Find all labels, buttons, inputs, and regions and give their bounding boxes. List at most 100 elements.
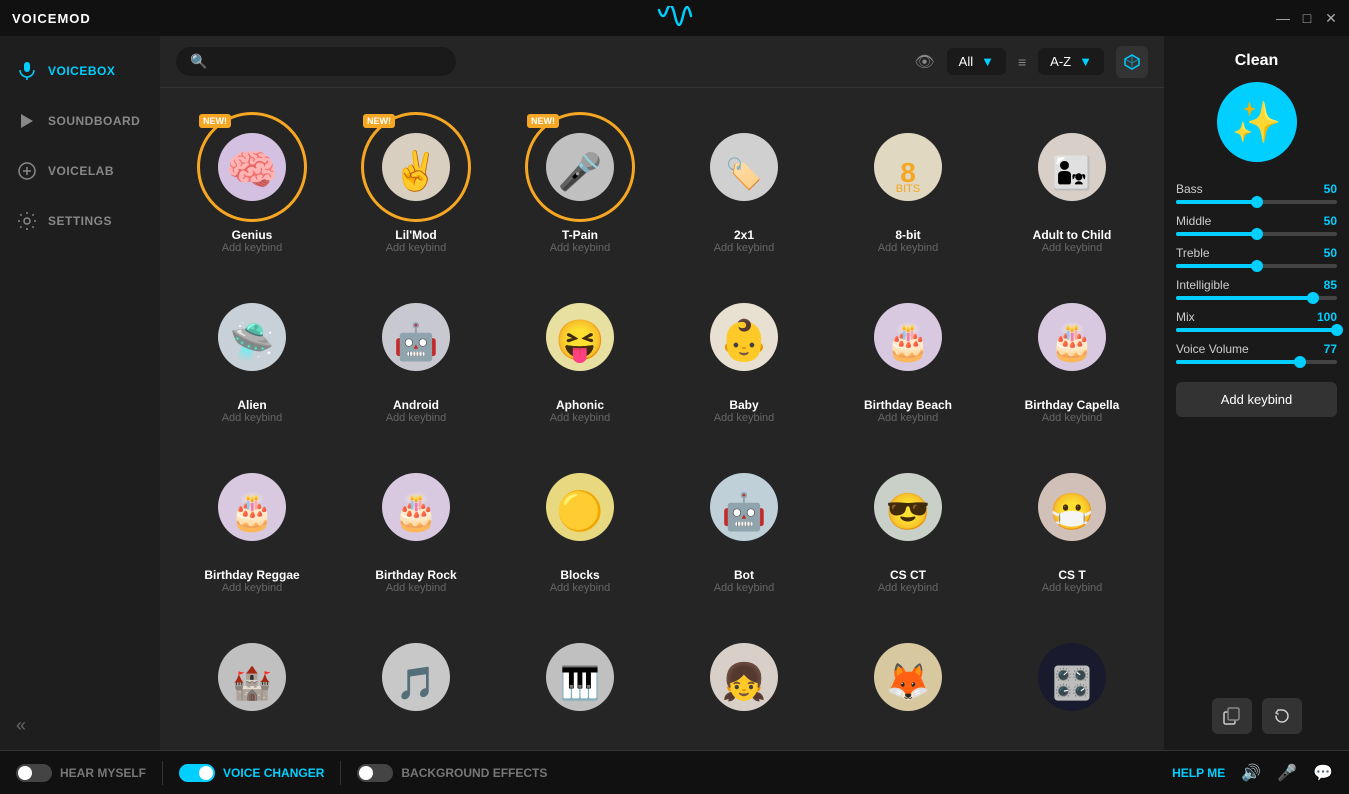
voice-card-v23[interactable]: 🦊 — [832, 614, 984, 746]
visibility-toggle-icon[interactable]: 👁 — [914, 52, 934, 72]
slider-thumb-treble[interactable] — [1251, 260, 1263, 272]
voice-keybind[interactable]: Add keybind — [386, 242, 447, 254]
hear-myself-toggle[interactable]: HEAR MYSELF — [16, 764, 146, 782]
voice-keybind[interactable]: Add keybind — [714, 582, 775, 594]
voice-card-csct[interactable]: 😎 CS CT Add keybind — [832, 444, 984, 602]
slider-mix[interactable]: Mix 100 — [1176, 310, 1337, 332]
slider-intelligible[interactable]: Intelligible 85 — [1176, 278, 1337, 300]
voice-keybind[interactable]: Add keybind — [222, 412, 283, 424]
voice-card-tpain[interactable]: NEW! 🎤 T-Pain Add keybind — [504, 104, 656, 262]
voice-card-android[interactable]: 🤖 Android Add keybind — [340, 274, 492, 432]
sidebar-item-settings[interactable]: SETTINGS — [0, 196, 160, 246]
reset-button[interactable] — [1262, 698, 1302, 734]
slider-thumb-mix[interactable] — [1331, 324, 1343, 336]
voice-keybind[interactable]: Add keybind — [550, 242, 611, 254]
3d-view-button[interactable] — [1116, 46, 1148, 78]
search-input[interactable] — [215, 54, 442, 69]
panel-bottom-buttons — [1212, 698, 1302, 734]
voice-card-v20[interactable]: 🎵 — [340, 614, 492, 746]
voice-keybind[interactable]: Add keybind — [878, 412, 939, 424]
voice-card-aphonic[interactable]: 😝 Aphonic Add keybind — [504, 274, 656, 432]
slider-label-voicevolume: Voice Volume — [1176, 342, 1249, 356]
slider-thumb-voicevolume[interactable] — [1294, 356, 1306, 368]
slider-track-voicevolume[interactable] — [1176, 360, 1337, 364]
panel-title: Clean — [1235, 52, 1279, 70]
filter-dropdown[interactable]: All ▼ — [947, 48, 1006, 75]
slider-thumb-intelligible[interactable] — [1307, 292, 1319, 304]
hear-myself-track[interactable] — [16, 764, 52, 782]
close-button[interactable]: ✕ — [1325, 12, 1337, 24]
voice-card-birthdaybeach[interactable]: 🎂 Birthday Beach Add keybind — [832, 274, 984, 432]
copy-button[interactable] — [1212, 698, 1252, 734]
voice-name: Blocks — [560, 568, 599, 582]
voice-card-lilmod[interactable]: NEW! ✌️ Lil'Mod Add keybind — [340, 104, 492, 262]
svg-text:🤖: 🤖 — [394, 321, 439, 362]
voice-card-cst[interactable]: 😷 CS T Add keybind — [996, 444, 1148, 602]
voice-card-v22[interactable]: 👧 — [668, 614, 820, 746]
voice-card-birthdaycapella[interactable]: 🎂 Birthday Capella Add keybind — [996, 274, 1148, 432]
sidebar-collapse-button[interactable]: « — [0, 701, 160, 750]
voice-keybind[interactable]: Add keybind — [878, 582, 939, 594]
voicelab-label: VOICELAB — [48, 164, 114, 178]
maximize-button[interactable]: □ — [1301, 12, 1313, 24]
voice-keybind[interactable]: Add keybind — [222, 242, 283, 254]
voice-card-v24[interactable]: 🎛️ — [996, 614, 1148, 746]
voice-card-v21[interactable]: 🎹 — [504, 614, 656, 746]
voice-keybind[interactable]: Add keybind — [386, 582, 447, 594]
voice-keybind[interactable]: Add keybind — [550, 582, 611, 594]
voice-changer-toggle[interactable]: VOICE CHANGER — [179, 764, 324, 782]
voice-keybind[interactable]: Add keybind — [714, 412, 775, 424]
voice-card-8bit[interactable]: 8BITS 8-bit Add keybind — [832, 104, 984, 262]
voice-keybind[interactable]: Add keybind — [1042, 582, 1103, 594]
voice-card-birthdayrock[interactable]: 🎂 Birthday Rock Add keybind — [340, 444, 492, 602]
voice-card-adulttochild[interactable]: 👨‍👧 Adult to Child Add keybind — [996, 104, 1148, 262]
voice-card-alien[interactable]: 🛸 Alien Add keybind — [176, 274, 328, 432]
help-button[interactable]: HELP ME — [1172, 766, 1225, 780]
search-box[interactable]: 🔍 — [176, 47, 456, 76]
add-keybind-button[interactable]: Add keybind — [1176, 382, 1337, 417]
bottom-bar: HEAR MYSELF VOICE CHANGER BACKGROUND EFF… — [0, 750, 1349, 794]
voice-card-genius[interactable]: NEW! 🧠 Genius Add keybind — [176, 104, 328, 262]
voice-keybind[interactable]: Add keybind — [878, 242, 939, 254]
voice-keybind[interactable]: Add keybind — [386, 412, 447, 424]
voice-keybind[interactable]: Add keybind — [1042, 242, 1103, 254]
voice-card-2x1[interactable]: 🏷️ 2x1 Add keybind — [668, 104, 820, 262]
voice-card-blocks[interactable]: 🟡 Blocks Add keybind — [504, 444, 656, 602]
voice-keybind[interactable]: Add keybind — [222, 582, 283, 594]
slider-track-middle[interactable] — [1176, 232, 1337, 236]
voicebox-label: VOICEBOX — [48, 64, 115, 78]
slider-track-intelligible[interactable] — [1176, 296, 1337, 300]
separator-2 — [340, 761, 341, 785]
bottom-right-icons: 🔊 🎤 💬 — [1241, 763, 1333, 783]
voice-card-birthdayreggae[interactable]: 🎂 Birthday Reggae Add keybind — [176, 444, 328, 602]
voice-card-bot[interactable]: 🤖 Bot Add keybind — [668, 444, 820, 602]
svg-text:🎹: 🎹 — [560, 665, 600, 701]
voice-keybind[interactable]: Add keybind — [714, 242, 775, 254]
sidebar-item-voicebox[interactable]: VOICEBOX — [0, 46, 160, 96]
slider-bass[interactable]: Bass 50 — [1176, 182, 1337, 204]
minimize-button[interactable]: — — [1277, 12, 1289, 24]
content-area: 🔍 👁 All ▼ ≡ A-Z ▼ — [160, 36, 1164, 750]
slider-voicevolume[interactable]: Voice Volume 77 — [1176, 342, 1337, 364]
svg-text:🎂: 🎂 — [1050, 320, 1095, 363]
slider-thumb-bass[interactable] — [1251, 196, 1263, 208]
slider-track-bass[interactable] — [1176, 200, 1337, 204]
voice-keybind[interactable]: Add keybind — [1042, 412, 1103, 424]
voice-changer-track[interactable] — [179, 764, 215, 782]
background-effects-toggle[interactable]: BACKGROUND EFFECTS — [357, 764, 547, 782]
slider-thumb-middle[interactable] — [1251, 228, 1263, 240]
sort-dropdown[interactable]: A-Z ▼ — [1038, 48, 1104, 75]
slider-treble[interactable]: Treble 50 — [1176, 246, 1337, 268]
sidebar-item-soundboard[interactable]: SOUNDBOARD — [0, 96, 160, 146]
voice-keybind[interactable]: Add keybind — [550, 412, 611, 424]
window-controls[interactable]: — □ ✕ — [1277, 12, 1337, 24]
voice-card-baby[interactable]: 👶 Baby Add keybind — [668, 274, 820, 432]
voice-avatar: 👶 — [689, 282, 799, 392]
sidebar-item-voicelab[interactable]: VOICELAB — [0, 146, 160, 196]
background-effects-track[interactable] — [357, 764, 393, 782]
slider-middle[interactable]: Middle 50 — [1176, 214, 1337, 236]
slider-track-treble[interactable] — [1176, 264, 1337, 268]
voice-card-v19[interactable]: 🏰 — [176, 614, 328, 746]
slider-label-intelligible: Intelligible — [1176, 278, 1229, 292]
slider-track-mix[interactable] — [1176, 328, 1337, 332]
